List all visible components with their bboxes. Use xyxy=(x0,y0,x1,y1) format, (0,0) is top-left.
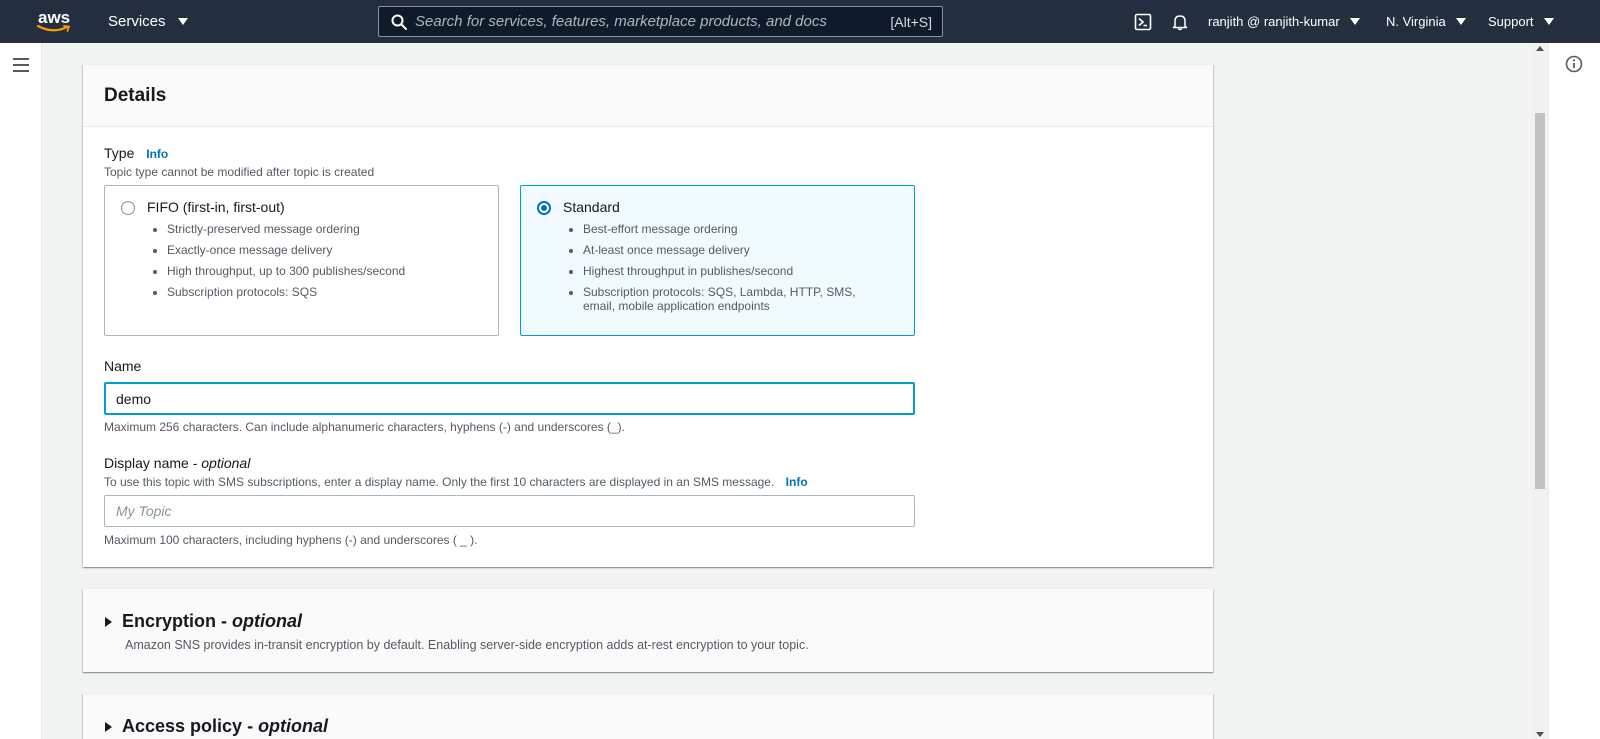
encryption-title: Encryption - xyxy=(122,611,228,631)
bell-icon xyxy=(1172,14,1188,30)
caret-right-icon xyxy=(105,616,112,627)
encryption-description: Amazon SNS provides in-transit encryptio… xyxy=(125,638,809,652)
cloudshell-icon xyxy=(1134,13,1152,30)
list-item: High throughput, up to 300 publishes/sec… xyxy=(167,264,467,278)
list-item: Best-effort message ordering xyxy=(583,222,883,236)
caret-right-icon xyxy=(105,721,112,732)
access-policy-expander[interactable]: Access policy - optional xyxy=(105,716,328,737)
display-name-label: Display name - xyxy=(104,455,198,471)
fifo-option-tile[interactable]: FIFO (first-in, first-out) Strictly-pres… xyxy=(104,185,499,336)
fifo-radio[interactable] xyxy=(121,201,135,215)
standard-option-tile[interactable]: Standard Best-effort message ordering At… xyxy=(520,185,915,336)
top-navigation: aws Services [Alt+S] ranjith @ ra xyxy=(0,0,1600,43)
caret-down-icon xyxy=(1455,18,1466,25)
scroll-thumb[interactable] xyxy=(1535,113,1545,489)
display-name-label-row: Display name - optional xyxy=(104,455,250,471)
list-item: At-least once message delivery xyxy=(583,243,883,257)
type-description: Topic type cannot be modified after topi… xyxy=(104,165,375,179)
support-label: Support xyxy=(1488,14,1534,29)
name-input[interactable] xyxy=(104,382,915,415)
account-label: ranjith @ ranjith-kumar xyxy=(1208,14,1340,29)
right-rail xyxy=(1548,43,1600,739)
encryption-panel: Encryption - optional Amazon SNS provide… xyxy=(83,588,1213,672)
display-name-info-link[interactable]: Info xyxy=(786,475,808,489)
details-panel: Details Type Info Topic type cannot be m… xyxy=(83,64,1213,567)
type-label: Type xyxy=(104,145,135,161)
caret-down-icon xyxy=(177,18,188,25)
list-item: Strictly-preserved message ordering xyxy=(167,222,467,236)
display-name-description: To use this topic with SMS subscriptions… xyxy=(104,475,775,489)
type-info-link[interactable]: Info xyxy=(146,147,168,161)
search-icon xyxy=(391,14,407,30)
left-rail xyxy=(0,43,42,739)
display-name-constraint-text: Maximum 100 characters, including hyphen… xyxy=(104,533,478,547)
caret-down-icon xyxy=(1543,18,1554,25)
access-policy-panel: Access policy - optional xyxy=(83,693,1213,739)
standard-features-list: Best-effort message ordering At-least on… xyxy=(583,222,883,320)
scroll-up-arrow-icon[interactable] xyxy=(1536,46,1544,51)
aws-smile-icon xyxy=(36,25,71,32)
search-shortcut-hint: [Alt+S] xyxy=(890,14,932,30)
type-label-row: Type Info xyxy=(104,145,168,161)
menu-toggle-icon[interactable] xyxy=(13,58,29,72)
optional-tag: optional xyxy=(201,455,251,471)
search-input[interactable] xyxy=(415,7,855,36)
access-policy-title: Access policy - xyxy=(122,716,254,736)
scroll-down-arrow-icon[interactable] xyxy=(1536,732,1544,737)
caret-down-icon xyxy=(1349,18,1360,25)
aws-logo-text: aws xyxy=(38,8,71,27)
region-menu[interactable]: N. Virginia xyxy=(1386,14,1466,29)
standard-title: Standard xyxy=(563,199,620,215)
display-name-input[interactable] xyxy=(104,495,915,527)
display-name-description-row: To use this topic with SMS subscriptions… xyxy=(104,475,808,489)
account-menu[interactable]: ranjith @ ranjith-kumar xyxy=(1208,14,1360,29)
region-label: N. Virginia xyxy=(1386,14,1446,29)
support-menu[interactable]: Support xyxy=(1488,14,1554,29)
fifo-features-list: Strictly-preserved message ordering Exac… xyxy=(167,222,467,306)
list-item: Subscription protocols: SQS, Lambda, HTT… xyxy=(583,285,883,313)
name-label: Name xyxy=(104,358,142,374)
fifo-title: FIFO (first-in, first-out) xyxy=(147,199,285,215)
list-item: Highest throughput in publishes/second xyxy=(583,264,883,278)
details-header: Details xyxy=(83,65,1213,127)
details-title: Details xyxy=(104,85,167,106)
services-menu[interactable]: Services xyxy=(108,13,188,30)
services-label: Services xyxy=(108,13,166,30)
optional-tag: optional xyxy=(258,716,329,736)
list-item: Exactly-once message delivery xyxy=(167,243,467,257)
optional-tag: optional xyxy=(232,611,303,631)
aws-logo[interactable]: aws xyxy=(36,9,76,35)
search-bar[interactable]: [Alt+S] xyxy=(378,6,943,37)
info-panel-icon[interactable] xyxy=(1565,55,1583,73)
cloudshell-button[interactable] xyxy=(1134,0,1152,43)
list-item: Subscription protocols: SQS xyxy=(167,285,467,299)
page-scrollbar[interactable] xyxy=(1532,43,1548,739)
standard-radio[interactable] xyxy=(537,201,551,215)
encryption-expander[interactable]: Encryption - optional xyxy=(105,611,302,632)
notifications-button[interactable] xyxy=(1171,0,1189,43)
name-constraint-text: Maximum 256 characters. Can include alph… xyxy=(104,420,625,434)
